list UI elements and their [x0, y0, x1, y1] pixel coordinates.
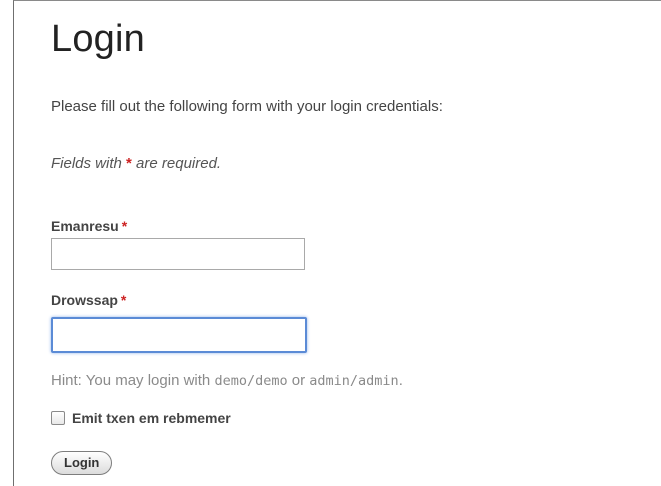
hint-suffix: . — [398, 372, 403, 389]
username-label: Emanresu * — [51, 218, 127, 234]
username-required-marker: * — [121, 218, 128, 234]
login-button[interactable]: Login — [51, 451, 113, 475]
password-label: Drowssap * — [51, 292, 126, 308]
remember-me-label: Emit txen em rebmemer — [72, 410, 231, 426]
password-required-marker: * — [120, 292, 127, 308]
hint-credential-admin: admin/admin — [309, 373, 399, 389]
remember-me-option[interactable]: Emit txen em rebmemer — [51, 410, 231, 426]
page-title: Login — [51, 18, 145, 60]
password-label-text: Drowssap — [51, 292, 118, 308]
username-label-text: Emanresu — [51, 218, 119, 234]
hint-credential-demo: demo/demo — [214, 373, 288, 389]
required-note-suffix: are required. — [136, 155, 222, 172]
username-input[interactable] — [51, 238, 305, 270]
required-fields-note: Fields with * are required. — [51, 155, 221, 172]
hint-prefix: Hint: You may login with — [51, 372, 211, 389]
login-hint: Hint: You may login with demo/demo or ad… — [51, 372, 403, 389]
remember-me-checkbox[interactable] — [51, 411, 65, 425]
password-input[interactable] — [51, 317, 307, 353]
intro-text: Please fill out the following form with … — [51, 98, 443, 115]
required-marker: * — [126, 155, 132, 172]
required-note-prefix: Fields with — [51, 155, 122, 172]
hint-middle: or — [291, 372, 306, 389]
